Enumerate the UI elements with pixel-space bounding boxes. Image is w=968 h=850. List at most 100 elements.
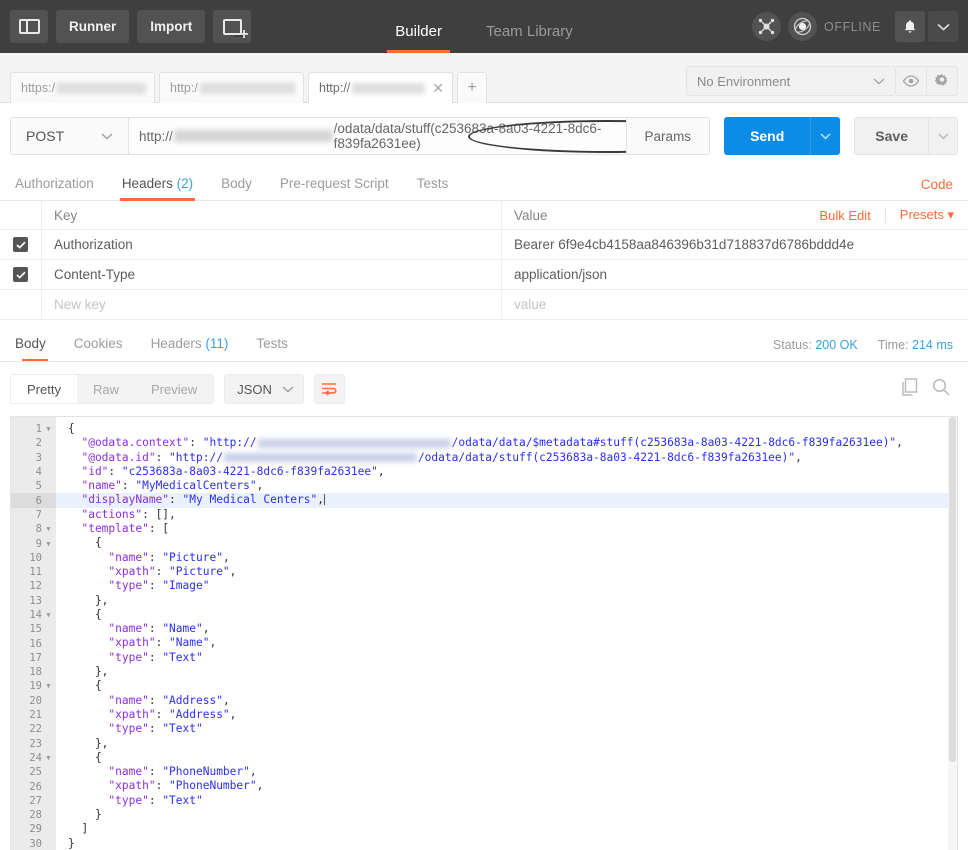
redacted-host [223,453,417,463]
code-token: : [148,550,163,564]
code-line: }, [56,665,957,679]
code-token: : [148,793,163,807]
header-value-content-type[interactable]: application/json [502,260,968,289]
new-header-key-input[interactable]: New key [42,290,502,319]
code-line: "xpath": "Name", [56,636,957,650]
connection-status-button[interactable] [788,12,818,41]
fold-arrow-icon[interactable]: ▼ [45,525,52,533]
environment-selector[interactable]: No Environment [686,66,896,96]
tab-team-library[interactable]: Team Library [464,23,595,53]
status-value: 200 OK [815,337,858,352]
params-button[interactable]: Params [626,117,711,155]
close-tab-icon[interactable]: ✕ [425,81,444,95]
network-icon [758,18,775,35]
response-tab-headers[interactable]: Headers (11) [137,328,243,361]
fold-arrow-icon[interactable]: ▼ [45,754,52,762]
request-tab-3[interactable]: http:// ✕ [308,72,453,103]
send-button[interactable]: Send [724,117,811,155]
new-header-value-input[interactable]: value [502,290,968,319]
code-token: "xpath" [68,564,156,578]
environment-quick-look-button[interactable] [896,66,927,96]
tab-body[interactable]: Body [207,168,266,201]
line-number: 8 ▼ [35,523,52,536]
code-token: "@odata.context" [68,436,190,450]
bulk-edit-button[interactable]: Bulk Edit [819,207,886,223]
code-line: "name": "Address", [56,694,957,708]
code-token: , [256,479,264,493]
request-tab-2[interactable]: http:/ [159,72,304,103]
fold-arrow-icon[interactable]: ▼ [45,540,52,548]
code-link[interactable]: Code [921,177,958,192]
sidebar-toggle-button[interactable] [10,10,48,43]
tab-headers[interactable]: Headers (2) [108,168,207,201]
view-mode-pretty[interactable]: Pretty [11,375,77,403]
line-number: 25 [29,766,42,779]
row-checkbox-authorization[interactable] [13,237,28,252]
code-line: ] [56,822,957,836]
new-window-button[interactable] [213,10,252,43]
copy-response-button[interactable] [901,377,918,401]
response-body-editor[interactable]: 1 ▼ 2 3 4 5 6 7 8 ▼ 9 ▼ 10 11 12 13 14 ▼ 15 16 17 18 19 ▼ 20 21 22… [10,416,958,850]
settings-button[interactable] [927,66,958,96]
save-button[interactable]: Save [854,117,928,155]
tab-tests[interactable]: Tests [403,168,463,201]
tab-builder[interactable]: Builder [373,23,464,53]
code-line: "type": "Text" [56,722,957,736]
line-number: 13 [29,594,42,607]
notifications-button[interactable] [895,11,925,42]
response-meta: Status: 200 OK Time: 214 ms [773,338,958,352]
runner-button[interactable]: Runner [56,10,130,43]
search-response-button[interactable] [932,378,950,401]
request-tab-3-label: http:// [319,81,351,95]
word-wrap-button[interactable] [313,374,345,404]
time-readout: Time: 214 ms [878,338,953,352]
code-token: "c253683a-8a03-4221-8dc6-f839fa2631ee" [121,464,378,478]
user-menu-button[interactable] [928,11,958,42]
line-number: 2 [35,437,42,450]
tab-authorization[interactable]: Authorization [10,168,108,201]
code-token: , [229,707,237,721]
send-options-button[interactable] [810,117,841,155]
header-value-authorization[interactable]: Bearer 6f9e4cb4158aa846396b31d718837d678… [502,230,968,259]
url-input[interactable]: http:// /odata/data/stuff(c253683a-8a03-… [128,117,627,155]
import-button[interactable]: Import [137,10,206,43]
add-request-tab-button[interactable]: + [457,72,487,103]
editor-code-area[interactable]: { "@odata.context": "http:// /odata/data/… [56,417,957,850]
tab-pre-request-script[interactable]: Pre-request Script [266,168,403,201]
app-header: Runner Import Builder Team Library [0,0,968,53]
code-line: }, [56,594,957,608]
row-checkbox-content-type[interactable] [13,267,28,282]
line-number: 6 [11,493,56,508]
line-number: 5 [35,480,42,493]
code-token: "name" [68,693,149,707]
save-options-button[interactable] [928,117,958,155]
header-key-content-type[interactable]: Content-Type [42,260,502,289]
status-readout: Status: 200 OK [773,338,858,352]
code-line: "id": "c253683a-8a03-4221-8dc6-f839fa263… [56,465,957,479]
fold-arrow-icon[interactable]: ▼ [45,682,52,690]
fold-arrow-icon[interactable]: ▼ [45,425,52,433]
header-key-authorization[interactable]: Authorization [42,230,502,259]
code-token: /odata/data/$metadata#stuff(c253683a-8a0… [451,436,897,450]
code-token: "Text" [162,650,203,664]
view-mode-raw[interactable]: Raw [77,375,135,403]
view-mode-switch: Pretty Raw Preview [10,374,215,404]
response-tab-body[interactable]: Body [10,328,60,361]
code-token: "xpath" [68,636,156,650]
response-tab-cookies[interactable]: Cookies [60,328,137,361]
request-tab-1[interactable]: https:/ [10,72,155,103]
response-section-tabs: Body Cookies Headers (11) Tests Status: … [0,328,968,362]
sync-status-button[interactable] [752,12,782,41]
fold-arrow-icon[interactable]: ▼ [45,611,52,619]
offline-status-label: OFFLINE [824,19,881,34]
view-mode-preview[interactable]: Preview [135,375,213,403]
code-token: "actions" [68,507,143,521]
presets-button[interactable]: Presets ▾ [886,207,958,223]
response-language-selector[interactable]: JSON [224,374,304,404]
editor-scrollbar[interactable] [948,417,957,850]
code-token: , [256,779,264,793]
response-tab-tests[interactable]: Tests [242,328,302,361]
code-line: "displayName": "My Medical Centers", [56,493,957,508]
editor-scrollbar-thumb[interactable] [949,417,956,762]
http-method-selector[interactable]: POST [10,117,128,155]
